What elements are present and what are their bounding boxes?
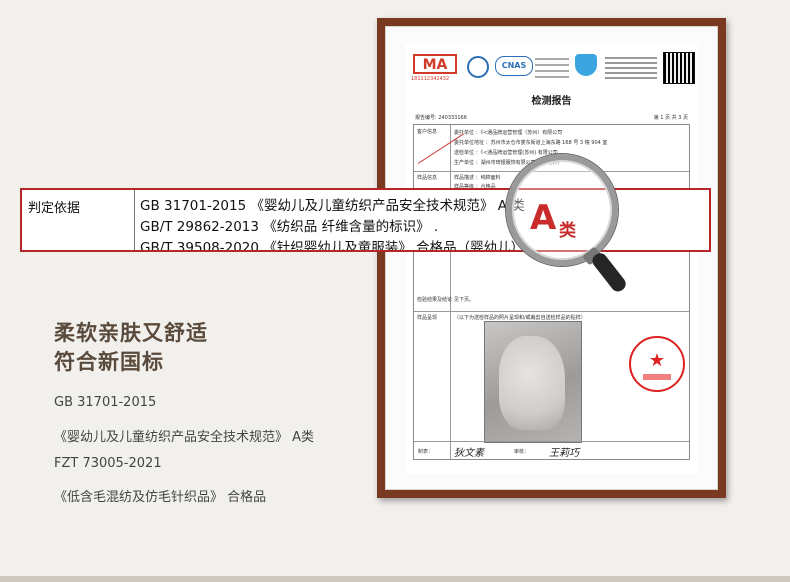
cma-number: 181112342432 — [411, 76, 450, 82]
headline-line-1: 柔软亲肤又舒适 — [54, 321, 208, 345]
reviewed-signature: 王莉巧 — [549, 448, 579, 459]
standard-title-2: 《低含毛混纺及仿毛针织品》 合格品 — [54, 490, 267, 505]
ilac-mra-logo — [467, 56, 489, 78]
accreditation-text — [535, 54, 569, 82]
report-page: 第 1 页 共 3 页 — [653, 115, 688, 121]
bottom-divider — [0, 576, 790, 582]
row-line: 见下页。 — [454, 297, 475, 303]
row-line: （以下为送检样品的照片呈现和/或裁剪自送检样品的贴样） — [454, 315, 586, 321]
report-title: 检测报告 — [531, 96, 572, 107]
reviewed-by-label: 审核： — [514, 449, 530, 455]
headline-line-2: 符合新国标 — [54, 350, 164, 374]
judgment-basis-label: 判定依据 — [28, 201, 81, 216]
row-label: 客户信息 — [417, 129, 438, 135]
standard-title-1: 《婴幼儿及儿童纺织产品安全技术规范》 A类 — [54, 430, 315, 445]
signature-row: 制表： 狄文素 审核： 王莉巧 — [414, 441, 689, 462]
standard-code-1: GB 31701-2015 — [54, 395, 157, 410]
cnas-logo: CNAS — [495, 56, 533, 76]
grade-letter: A — [530, 198, 557, 238]
report-number: 报告编号: 240333166 — [415, 115, 467, 121]
report-logos: MA 181112342432 CNAS — [405, 48, 698, 88]
standard-code-2: FZT 73005-2021 — [54, 456, 162, 471]
row-line: 委托单位 ：《<通品牌运营管理（苏州）有限公司 — [454, 130, 563, 136]
contact-info — [605, 54, 657, 82]
standard-line-1: GB 31701-2015 《婴幼儿及儿童纺织产品安全技术规范》 A 类 — [140, 198, 525, 214]
prepared-signature: 狄文素 — [454, 448, 484, 459]
qr-code-icon — [663, 52, 695, 84]
row-line: 委托单位地址 ：苏州市太仓市娄东街道上海东路 168 号 3 幢 904 室 — [454, 140, 608, 146]
row-line: 送检单位 ：《<通品牌运营管理(苏州) 有限公司 — [454, 150, 558, 156]
magnifier-lens-icon — [506, 154, 618, 266]
sample-photo — [484, 321, 582, 443]
judgment-basis-label-cell: 判定依据 — [22, 190, 135, 250]
prepared-by-label: 制表： — [418, 449, 434, 455]
cma-logo: MA — [413, 54, 457, 74]
row-label: 样品信息 — [417, 175, 438, 181]
row-line: 样品描述 ：纯棉面料 — [454, 175, 501, 181]
official-stamp-icon: ★ — [629, 336, 685, 392]
shield-icon — [575, 54, 597, 76]
table-row: 检验结果及结论 见下页。 — [414, 293, 689, 312]
garment-image — [499, 336, 565, 430]
standard-line-2: GB/T 29862-2013 《纺织品 纤维含量的标识》 . — [140, 219, 439, 235]
standard-line-3: GB/T 39508-2020 《针织婴幼儿及童服装》 合格品（婴幼儿） — [140, 240, 525, 252]
grade-suffix: 类 — [559, 221, 576, 241]
row-label: 样品呈现 — [417, 315, 438, 321]
row-label: 检验结果及结论 — [417, 297, 453, 303]
